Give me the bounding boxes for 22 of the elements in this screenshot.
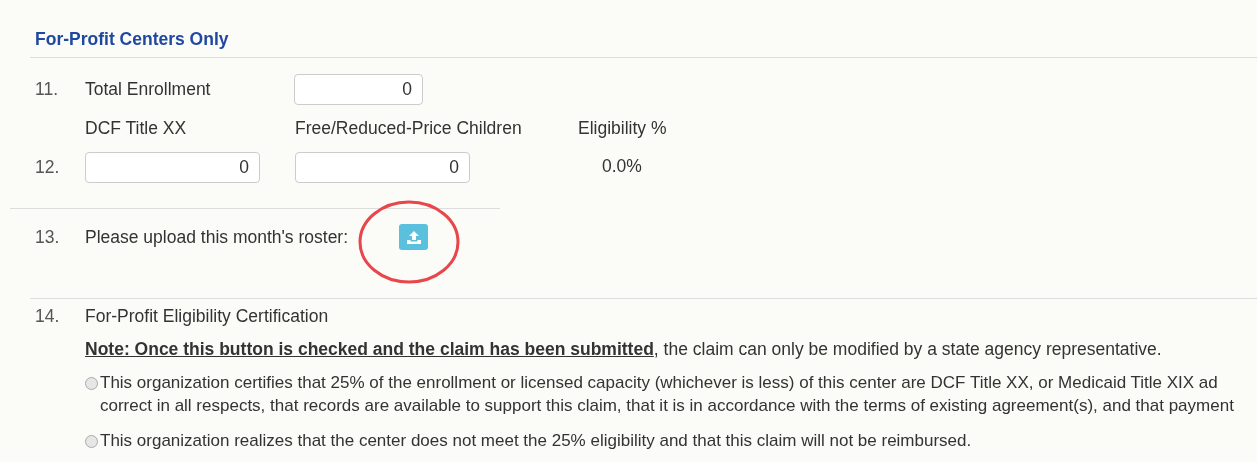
field-label: Total Enrollment [85,79,212,100]
column-heading: DCF Title XX [85,118,188,138]
upload-button[interactable] [399,224,429,250]
section-heading: For-Profit Centers Only [35,29,229,49]
row-number: 11. [34,79,60,100]
field-label: Please upload this month's roster: [85,226,349,248]
option-text: This organization certifies that 25% of the enrollment or licensed capacity (whichever is less) of this center are DCF Title XX, or Medicaid Title XIX ad correct in all respects, that records are available to support this claim, that it is in accordance with the terms of existing agreement(s), and that payment [100,372,1234,417]
radio-button[interactable] [85,377,98,390]
option-text: This organization realizes that the center does not meet the 25% eligibility and that this claim will not be reimbursed. [100,430,972,452]
column-heading: Eligibility % [578,118,667,138]
row-number: 14. [34,305,61,327]
row-number: 12. [34,157,61,178]
percentage-value: 0.0% [601,156,642,177]
section-label: For-Profit Eligibility Certification [85,305,329,327]
number-field[interactable]: 0 [294,74,423,105]
number-field[interactable]: 0 [295,152,470,183]
column-heading: Free/Reduced-Price Children [295,118,523,138]
note-text: Note: Once this button is checked and the claim has been submitted, the claim can only be modified by a state agency representative. [85,339,1163,359]
upload-icon [406,230,421,244]
number-field[interactable]: 0 [85,152,260,183]
row-number: 13. [34,226,61,248]
radio-button[interactable] [85,435,98,448]
